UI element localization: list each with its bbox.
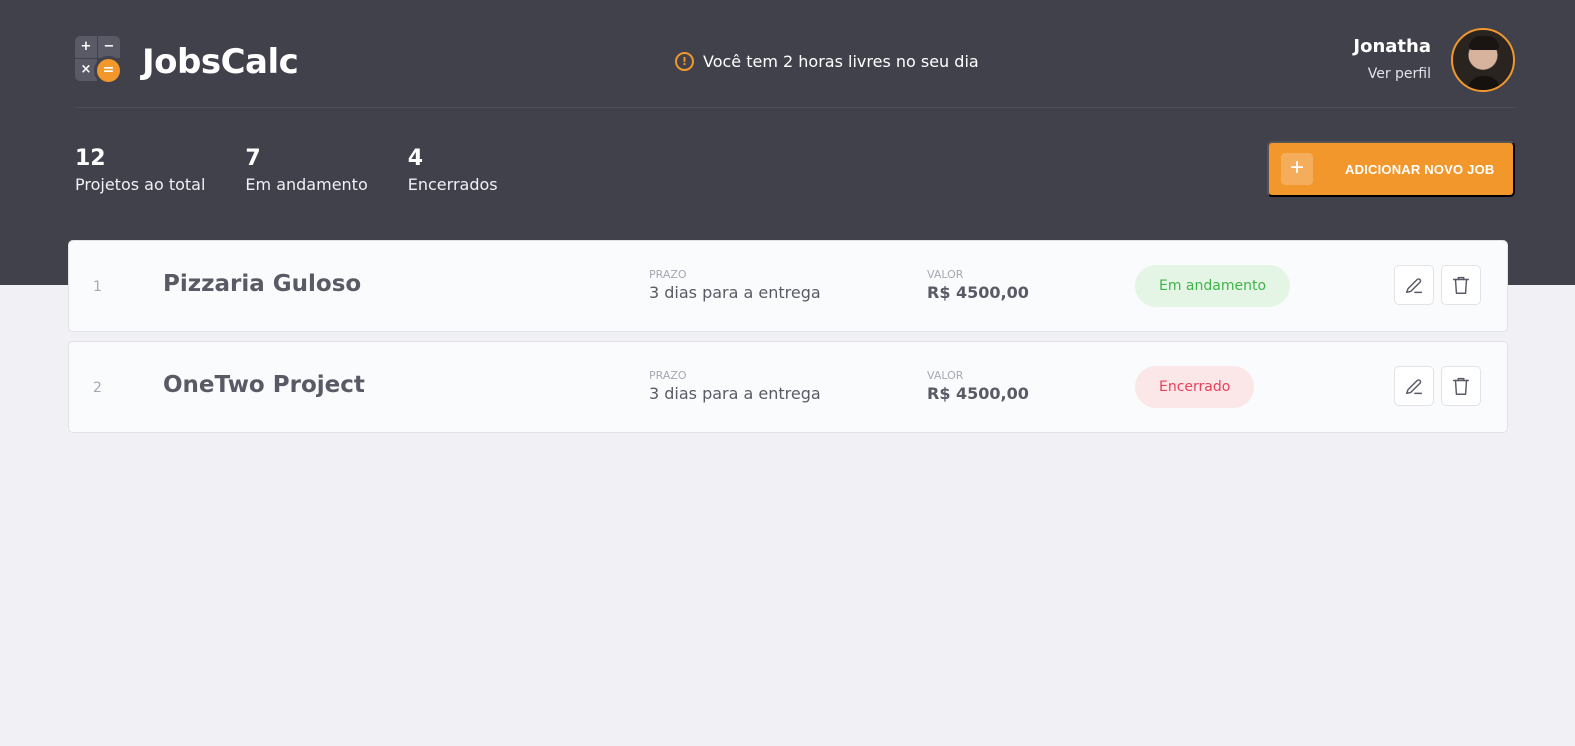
pencil-icon (1405, 278, 1423, 294)
view-profile-link[interactable]: Ver perfil (1353, 63, 1431, 85)
deadline-value: 3 dias para a entrega (649, 283, 821, 302)
job-card: 2 OneTwo Project PRAZO 3 dias para a ent… (68, 341, 1508, 433)
job-id: 2 (93, 380, 102, 396)
user-name: Jonatha (1353, 36, 1431, 57)
summary-total-value: 12 (75, 146, 106, 171)
summary-closed-label: Encerrados (407, 175, 498, 194)
job-value: VALOR R$ 4500,00 (927, 369, 1029, 405)
delete-job-button[interactable] (1441, 265, 1481, 305)
job-name: OneTwo Project (163, 372, 365, 398)
value-label: VALOR (927, 268, 964, 281)
edit-job-button[interactable] (1394, 265, 1434, 305)
deadline-value: 3 dias para a entrega (649, 384, 821, 403)
top-bar: + − × = JobsCalc ! Você tem 2 horas livr… (75, 28, 1515, 108)
job-name: Pizzaria Guloso (163, 271, 362, 297)
status-badge: Encerrado (1135, 366, 1255, 408)
value-label: VALOR (927, 369, 964, 382)
summary-total: 12 Projetos ao total (75, 146, 205, 196)
add-new-job-label: ADICIONAR NOVO JOB (1345, 161, 1495, 177)
edit-job-button[interactable] (1394, 366, 1434, 406)
job-card: 1 Pizzaria Guloso PRAZO 3 dias para a en… (68, 240, 1508, 332)
project-summary: 12 Projetos ao total 7 Em andamento 4 En… (75, 146, 498, 196)
summary-in-progress-label: Em andamento (245, 175, 368, 194)
delete-job-button[interactable] (1441, 366, 1481, 406)
trash-icon (1452, 276, 1470, 294)
trash-icon (1452, 377, 1470, 395)
value-amount: R$ 4500,00 (927, 283, 1029, 302)
status-badge: Em andamento (1135, 265, 1291, 307)
job-deadline: PRAZO 3 dias para a entrega (649, 369, 821, 405)
value-amount: R$ 4500,00 (927, 384, 1029, 403)
summary-in-progress-value: 7 (245, 146, 261, 171)
job-deadline: PRAZO 3 dias para a entrega (649, 268, 821, 304)
calculator-logo-icon: + − × = (75, 36, 123, 85)
free-hours-text: Você tem 2 horas livres no seu dia (703, 51, 979, 71)
user-profile[interactable]: Jonatha Ver perfil (1353, 28, 1515, 92)
summary-closed: 4 Encerrados (408, 146, 498, 196)
profile-text: Jonatha Ver perfil (1353, 35, 1431, 85)
job-value: VALOR R$ 4500,00 (927, 268, 1029, 304)
deadline-label: PRAZO (649, 268, 687, 281)
add-new-job-button[interactable]: + ADICIONAR NOVO JOB (1267, 141, 1515, 197)
avatar[interactable] (1451, 28, 1515, 92)
deadline-label: PRAZO (649, 369, 687, 382)
summary-closed-value: 4 (407, 146, 424, 171)
free-hours-notice: ! Você tem 2 horas livres no seu dia (675, 50, 979, 72)
summary-in-progress: 7 Em andamento (245, 146, 367, 196)
job-list: 1 Pizzaria Guloso PRAZO 3 dias para a en… (68, 240, 1508, 442)
plus-icon: + (1281, 153, 1313, 185)
summary-total-label: Projetos ao total (75, 175, 206, 194)
job-id: 1 (93, 279, 102, 295)
app-brand: JobsCalc (142, 42, 299, 82)
pencil-icon (1405, 379, 1423, 395)
alert-icon: ! (675, 51, 694, 71)
